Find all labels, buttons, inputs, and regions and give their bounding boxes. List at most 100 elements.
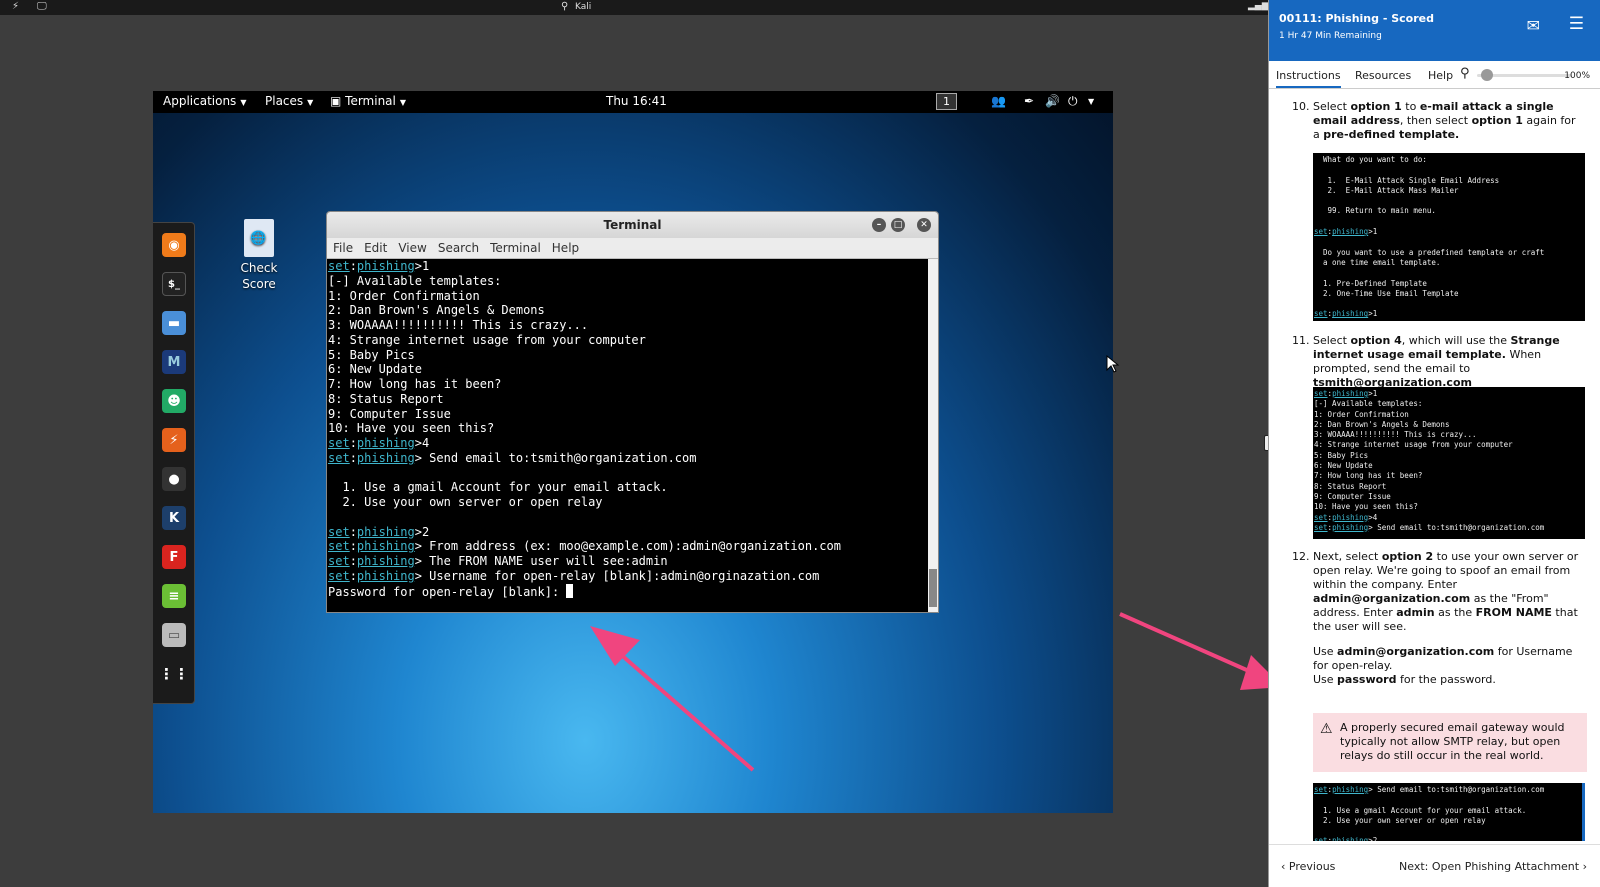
prompt-set: set <box>328 539 350 554</box>
zoom-slider-handle[interactable] <box>1481 69 1494 81</box>
prompt-set: set <box>328 554 350 568</box>
terminal-scrollbar[interactable] <box>928 259 938 612</box>
hamburger-menu-icon[interactable]: ☰ <box>1569 14 1584 34</box>
faraday-icon[interactable]: F <box>162 545 186 569</box>
metasploit-icon[interactable]: M <box>162 350 186 374</box>
terminal-line: set:phishing> From address (ex: moo@exam… <box>328 539 841 554</box>
terminal-line: set:phishing> The FROM NAME user will se… <box>328 554 668 568</box>
previous-button[interactable]: ‹ Previous <box>1281 860 1335 873</box>
prompt-phishing: phishing <box>356 539 415 554</box>
prompt-phishing: phishing <box>356 554 415 568</box>
menu-view[interactable]: View <box>398 238 426 258</box>
kali-desktop[interactable]: Applications ▼ Places ▼ ▣ Terminal ▼ Thu 16… <box>153 91 1113 813</box>
terminal-line: set:phishing>1 <box>328 259 430 273</box>
tab-instructions[interactable]: Instructions <box>1276 69 1341 88</box>
search-icon[interactable]: ⚲ <box>1460 66 1470 81</box>
notes-icon[interactable]: ≡ <box>162 584 186 608</box>
prompt-phishing: phishing <box>356 436 415 450</box>
chevron-down-icon[interactable]: ▼ <box>1088 97 1094 106</box>
burpsuite-icon[interactable]: ⚡ <box>162 428 186 452</box>
prompt-set: set <box>1314 389 1328 398</box>
next-button[interactable]: Next: Open Phishing Attachment › <box>1399 860 1587 873</box>
applications-menu[interactable]: Applications ▼ <box>163 94 246 108</box>
clock[interactable]: Thu 16:41 <box>606 94 667 108</box>
code-line: 7: How long has it been? <box>1314 471 1423 481</box>
terminal-line: Password for open-relay [blank]: <box>328 583 924 600</box>
text-cursor[interactable] <box>566 583 574 598</box>
terminal-line: set:phishing>4 <box>328 436 430 450</box>
people-icon[interactable]: 👥 <box>991 94 1006 108</box>
pen-icon[interactable]: ✒ <box>1024 94 1034 108</box>
instructions-content[interactable]: 10. Select option 1 to e-mail attack a s… <box>1269 90 1600 844</box>
maltego-icon[interactable]: ● <box>162 467 186 491</box>
code-line: set:phishing>1 <box>1314 309 1378 319</box>
show-apps-icon[interactable]: ⋮⋮ <box>159 662 189 686</box>
menu-search[interactable]: Search <box>438 238 479 258</box>
step-12: 12. Next, select option 2 to use your ow… <box>1292 550 1585 687</box>
code-line: 9: Computer Issue <box>1314 491 1391 501</box>
code-line: set:phishing>1 <box>1314 389 1378 398</box>
cherrytree-icon[interactable]: ▭ <box>162 623 186 647</box>
mail-icon[interactable]: ✉ <box>1527 16 1540 35</box>
warning-callout: ⚠ A properly secured email gateway would… <box>1313 713 1587 772</box>
lightning-icon[interactable]: ⚡ <box>12 1 19 12</box>
terminal-line: 3: WOAAAA!!!!!!!!!! This is crazy... <box>328 318 589 332</box>
prompt-phishing: phishing <box>356 568 415 583</box>
code-line: 2. E-Mail Attack Mass Mailer <box>1314 185 1459 195</box>
terminal-output[interactable]: set:phishing>1 [-] Available templates: 1:… <box>327 259 924 612</box>
step-text: Next, select option 2 to use your own se… <box>1313 550 1579 633</box>
menu-edit[interactable]: Edit <box>364 238 387 258</box>
places-menu[interactable]: Places ▼ <box>265 94 313 108</box>
check-score-label-2: Score <box>242 277 276 291</box>
code-screenshot-1: What do you want to do: 1. E-Mail Attack… <box>1313 153 1585 321</box>
terminal-line: set:phishing> Username for open-relay [b… <box>328 568 820 583</box>
terminal-app-menu[interactable]: ▣ Terminal ▼ <box>330 94 406 108</box>
terminal-icon[interactable]: $_ <box>162 272 186 296</box>
files-icon[interactable]: ▬ <box>162 311 186 335</box>
terminal-title: Terminal <box>603 218 662 232</box>
prompt-phishing: phishing <box>1332 309 1369 319</box>
code-line: 3: WOAAAA!!!!!!!!!! This is crazy... <box>1314 430 1477 440</box>
firefox-icon[interactable]: ◉ <box>162 233 186 257</box>
minimize-icon[interactable]: – <box>872 218 886 232</box>
close-icon[interactable]: ✕ <box>917 218 931 232</box>
terminal-line: 9: Computer Issue <box>328 406 451 421</box>
tab-help[interactable]: Help <box>1428 69 1453 82</box>
code-line: 10: Have you seen this? <box>1314 502 1418 512</box>
panel-tabs: Instructions Resources Help ⚲ 100% <box>1269 61 1600 89</box>
armitage-icon[interactable]: ☻ <box>162 389 186 413</box>
code-screenshot-2: set:phishing>1 [-] Available templates: 1:… <box>1313 387 1585 539</box>
terminal-line: 8: Status Report <box>328 391 444 406</box>
tab-resources[interactable]: Resources <box>1355 69 1411 82</box>
maximize-icon[interactable]: □ <box>891 218 905 232</box>
code-line: 2. One-Time Use Email Template <box>1314 288 1459 298</box>
chevron-right-icon: › <box>1579 860 1587 873</box>
menu-help[interactable]: Help <box>552 238 579 258</box>
check-score-desktop-icon[interactable]: Check Score <box>229 219 289 292</box>
prompt-phishing: phishing <box>1332 785 1369 794</box>
workspace-indicator[interactable]: 1 <box>936 93 957 110</box>
prompt-phishing: phishing <box>356 259 415 273</box>
code-line: 1. Use a gmail Account for your email at… <box>1314 805 1527 815</box>
menu-file[interactable]: File <box>333 238 353 258</box>
terminal-window[interactable]: Terminal – □ ✕ File Edit View Search Termina… <box>326 211 939 613</box>
menu-terminal[interactable]: Terminal <box>490 238 541 258</box>
power-icon[interactable]: ⏻ <box>1068 94 1078 109</box>
prompt-set: set <box>328 568 350 583</box>
terminal-line: [-] Available templates: <box>328 273 502 288</box>
chevron-left-icon: ‹ <box>1281 860 1289 873</box>
prompt-phishing: phishing <box>1332 389 1369 398</box>
monitor-icon[interactable]: 🖵 <box>37 1 47 12</box>
panel-header: 00111: Phishing - Scored 1 Hr 47 Min Rem… <box>1269 0 1600 61</box>
prompt-phishing: phishing <box>1332 227 1369 237</box>
kali-dragon-icon[interactable]: K <box>162 506 186 530</box>
terminal-titlebar[interactable]: Terminal – □ ✕ <box>327 212 938 238</box>
scrollbar-thumb[interactable] <box>929 569 937 607</box>
volume-icon[interactable]: 🔊 <box>1045 94 1060 108</box>
gnome-top-bar: Applications ▼ Places ▼ ▣ Terminal ▼ Thu 16… <box>153 91 1113 113</box>
